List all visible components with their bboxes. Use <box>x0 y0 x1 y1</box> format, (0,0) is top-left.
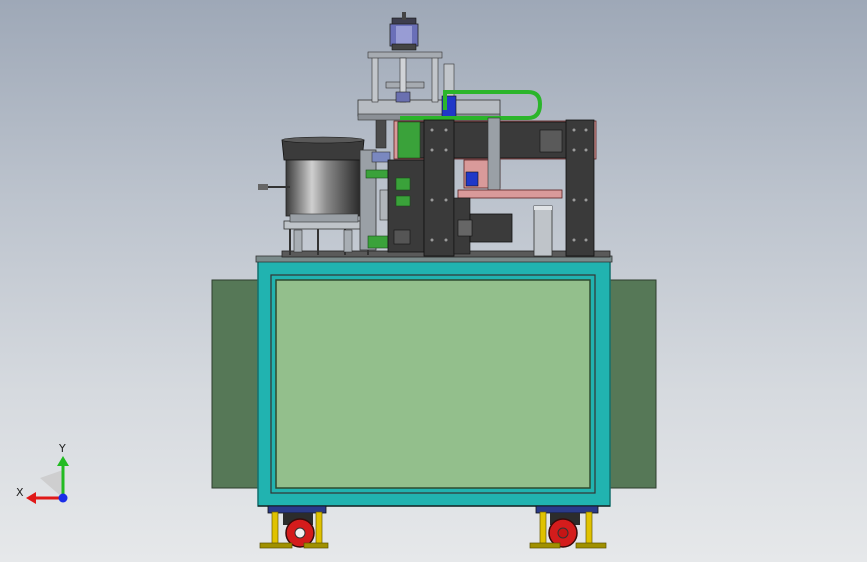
right-caster <box>529 505 607 549</box>
axis-z-dot <box>58 493 68 503</box>
right-frame <box>393 117 597 257</box>
right-side-panel <box>607 279 657 489</box>
top-press-assembly <box>357 12 501 121</box>
left-side-panel <box>211 279 261 489</box>
axis-x-arrow <box>26 492 36 504</box>
coordinate-triad-icon <box>26 456 69 504</box>
cabinet-door-panel <box>275 279 591 489</box>
left-caster <box>259 505 329 549</box>
axis-x-label: X <box>16 486 24 499</box>
cad-viewport[interactable]: Y X <box>0 0 867 562</box>
vibratory-bowl-feeder <box>258 136 375 255</box>
machine-assembly-front-view[interactable] <box>0 0 867 562</box>
axis-y-label: Y <box>59 442 66 455</box>
axis-y-arrow <box>57 456 69 466</box>
